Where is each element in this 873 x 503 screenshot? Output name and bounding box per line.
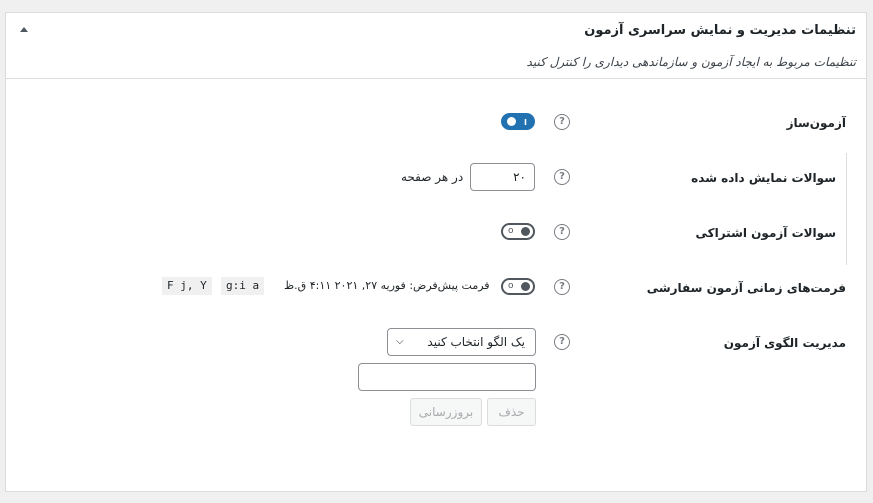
template-select[interactable]: یک الگو انتخاب کنید ⌵ [387, 328, 536, 356]
quiz-builder-toggle[interactable]: I [501, 113, 535, 130]
questions-per-page-input[interactable] [470, 163, 535, 191]
custom-date-formats-toggle[interactable]: o [501, 278, 535, 295]
delete-template-button[interactable]: حذف [487, 398, 536, 426]
sub-settings-border [846, 153, 847, 265]
toggle-on-mark: I [524, 118, 527, 127]
shared-questions-label: سوالات آزمون اشتراکی [695, 226, 836, 240]
settings-panel: تنظیمات مدیریت و نمایش سراسری آزمون تنظی… [5, 12, 867, 492]
template-select-value: یک الگو انتخاب کنید [427, 335, 525, 349]
toggle-off-mark: o [508, 281, 514, 291]
per-page-text: در هر صفحه [401, 170, 464, 184]
panel-description: تنظیمات مربوط به ایجاد آزمون و سازماندهی… [526, 55, 856, 69]
questions-displayed-label: سوالات نمایش داده شده [691, 171, 836, 185]
shared-questions-toggle[interactable]: o [501, 223, 535, 240]
question-mark-icon[interactable]: ? [554, 224, 570, 240]
question-mark-icon[interactable]: ? [554, 334, 570, 350]
question-mark-icon[interactable]: ? [554, 169, 570, 185]
panel-title: تنظیمات مدیریت و نمایش سراسری آزمون [584, 23, 856, 38]
toggle-knob [521, 227, 530, 236]
question-mark-icon[interactable]: ? [554, 114, 570, 130]
toggle-knob [521, 282, 530, 291]
toggle-off-mark: o [508, 226, 514, 236]
update-template-button[interactable]: بروزرسانی [410, 398, 482, 426]
time-format-code: g:i a [221, 277, 265, 295]
chevron-down-icon: ⌵ [396, 336, 404, 347]
default-format-text: فرمت پیش‌فرض: فوریه ۲۷, ۲۰۲۱ ۴:۱۱ ق.ظ [284, 279, 490, 292]
divider [6, 78, 866, 79]
template-management-label: مدیریت الگوی آزمون [723, 336, 846, 350]
panel-header: تنظیمات مدیریت و نمایش سراسری آزمون [6, 13, 866, 51]
collapse-arrow-icon[interactable] [20, 27, 28, 32]
template-name-input[interactable] [358, 363, 536, 391]
custom-date-formats-label: فرمت‌های زمانی آزمون سفارشی [646, 281, 846, 295]
date-format-code: F j, Y [162, 277, 212, 295]
question-mark-icon[interactable]: ? [554, 279, 570, 295]
toggle-knob [507, 117, 516, 126]
quiz-builder-label: آزمون‌ساز [786, 116, 846, 130]
